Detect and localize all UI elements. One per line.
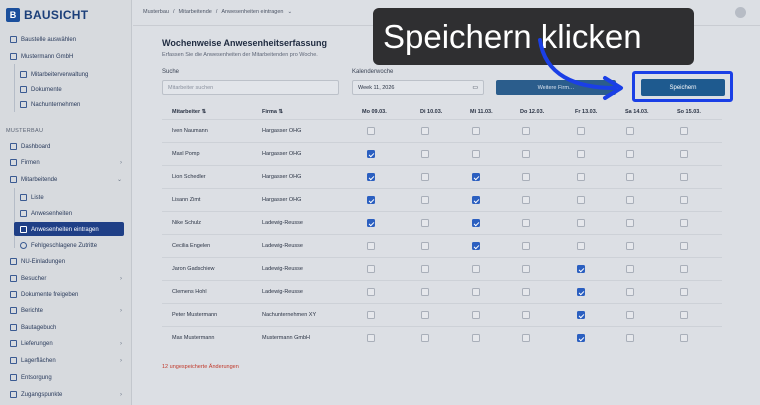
app-window: B BAUSICHT Baustelle auswählen Musterman… (0, 0, 760, 405)
pointer-arrow-icon (538, 38, 623, 100)
